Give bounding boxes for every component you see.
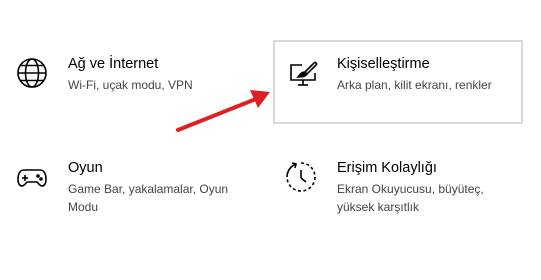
annotation-arrow-icon xyxy=(176,90,270,132)
paintbrush-monitor-icon xyxy=(286,56,320,90)
tile-title: Kişiselleştirme xyxy=(337,56,430,72)
tile-ease-of-access[interactable]: Erişim Kolaylığı Ekran Okuyucusu, büyüte… xyxy=(273,154,523,224)
tile-title: Ağ ve İnternet xyxy=(68,56,159,72)
tile-description: Arka plan, kilit ekranı, renkler xyxy=(337,78,492,92)
tile-description: Game Bar, yakalamalar, Oyun Modu xyxy=(68,182,229,214)
gamepad-icon xyxy=(15,160,49,194)
tile-gaming[interactable]: Oyun Game Bar, yakalamalar, Oyun Modu xyxy=(0,154,260,224)
globe-icon xyxy=(15,56,49,90)
tile-title: Oyun xyxy=(68,160,103,176)
ease-of-access-icon xyxy=(284,160,318,194)
tile-personalization[interactable]: Kişiselleştirme Arka plan, kilit ekranı,… xyxy=(273,40,523,124)
tile-description: Ekran Okuyucusu, büyüteç, yüksek karşıtl… xyxy=(337,182,484,214)
tile-title: Erişim Kolaylığı xyxy=(337,160,437,176)
